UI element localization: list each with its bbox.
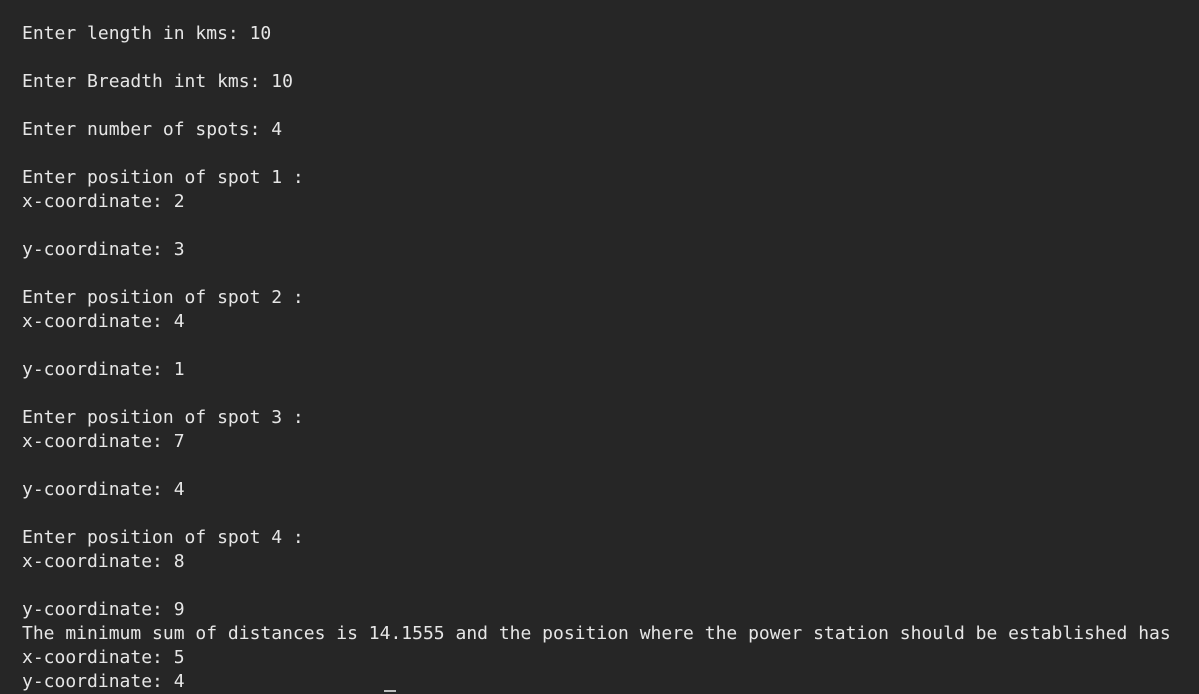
terminal-line: Enter position of spot 3 : <box>22 407 304 428</box>
terminal-line: Enter length in kms: 10 <box>22 23 272 44</box>
terminal-line: The minimum sum of distances is 14.1555 … <box>22 623 1171 644</box>
terminal-line: x-coordinate: 7 <box>22 431 185 452</box>
terminal-line: x-coordinate: 4 <box>22 311 185 332</box>
terminal-line: y-coordinate: 4 <box>22 479 185 500</box>
terminal-line: y-coordinate: 1 <box>22 359 185 380</box>
terminal-line: x-coordinate: 2 <box>22 191 185 212</box>
text-cursor <box>384 690 396 692</box>
terminal-line: x-coordinate: 8 <box>22 551 185 572</box>
terminal-window[interactable]: Enter length in kms: 10 Enter Breadth in… <box>0 0 1199 694</box>
terminal-line: Enter position of spot 4 : <box>22 527 304 548</box>
terminal-line: y-coordinate: 9 <box>22 599 185 620</box>
terminal-line: y-coordinate: 4 <box>22 671 185 692</box>
terminal-line: x-coordinate: 5 <box>22 647 185 668</box>
terminal-line: Enter number of spots: 4 <box>22 119 283 140</box>
terminal-line: Enter position of spot 2 : <box>22 287 304 308</box>
terminal-output: Enter length in kms: 10 Enter Breadth in… <box>22 22 1171 694</box>
terminal-line: Enter Breadth int kms: 10 <box>22 71 293 92</box>
terminal-line: y-coordinate: 3 <box>22 239 185 260</box>
terminal-line: Enter position of spot 1 : <box>22 167 304 188</box>
